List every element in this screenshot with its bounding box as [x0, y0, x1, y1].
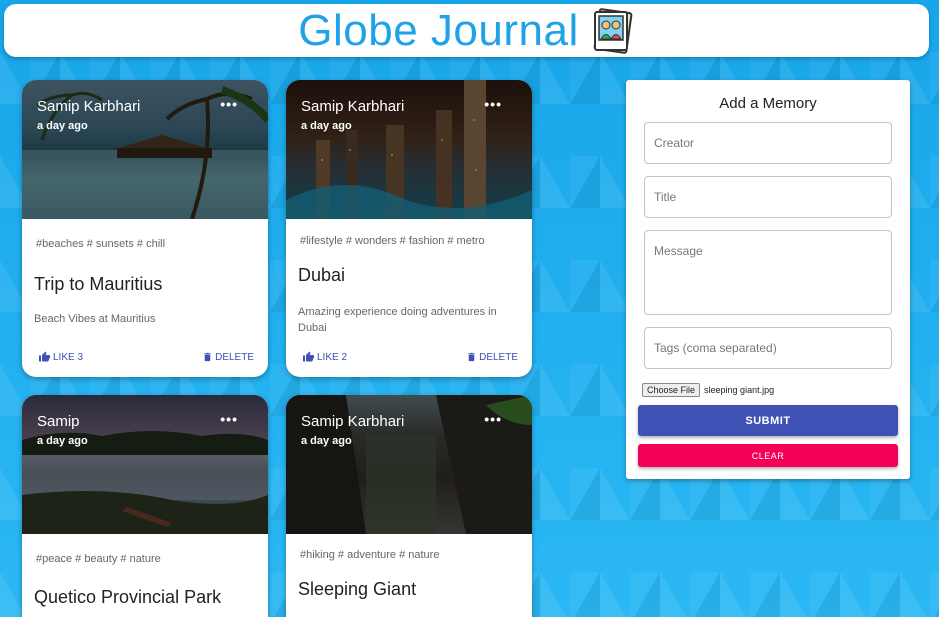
- thumb-up-icon: [38, 351, 51, 363]
- thumb-up-icon: [302, 351, 315, 363]
- post-message: Amazing experience doing adventures in D…: [298, 306, 497, 334]
- creator-field[interactable]: Creator: [644, 122, 892, 164]
- post-title: Quetico Provincial Park: [34, 587, 222, 607]
- app-header: Globe Journal: [4, 4, 929, 57]
- post-card: Samip a day ago ••• #peace # beauty # na…: [22, 395, 268, 617]
- post-card: Samip Karbhari a day ago ••• #hiking # a…: [286, 395, 532, 617]
- delete-label: DELETE: [479, 351, 518, 363]
- post-title: Sleeping Giant: [298, 579, 417, 599]
- title-field[interactable]: Title: [644, 176, 892, 218]
- post-message: Beach Vibes at Mauritius: [34, 313, 156, 325]
- like-label: LIKE 2: [317, 351, 348, 363]
- post-image: Samip Karbhari a day ago •••: [286, 80, 532, 219]
- more-options-icon[interactable]: •••: [220, 411, 238, 427]
- clear-button[interactable]: CLEAR: [638, 444, 898, 467]
- post-title: Dubai: [298, 265, 346, 285]
- photo-album-icon: [591, 7, 635, 54]
- post-time: a day ago: [301, 435, 352, 447]
- delete-button[interactable]: DELETE: [466, 351, 518, 363]
- trash-icon: [466, 351, 477, 363]
- post-creator: Samip Karbhari: [301, 98, 405, 115]
- post-actions: LIKE 2 DELETE: [302, 351, 518, 365]
- choose-file-button[interactable]: Choose File: [642, 383, 701, 397]
- form-title: Add a Memory: [719, 95, 817, 112]
- like-button[interactable]: LIKE 2: [302, 351, 347, 363]
- post-tags: #hiking # adventure # nature: [300, 549, 440, 561]
- file-name: sleeping giant.jpg: [704, 385, 775, 395]
- more-options-icon[interactable]: •••: [220, 96, 238, 112]
- post-creator: Samip Karbhari: [301, 413, 405, 430]
- file-input-row: Choose File sleeping giant.jpg: [642, 383, 774, 397]
- post-actions: LIKE 3 DELETE: [38, 351, 254, 365]
- post-image: Samip Karbhari a day ago •••: [22, 80, 268, 219]
- more-options-icon[interactable]: •••: [484, 411, 502, 427]
- post-image: Samip Karbhari a day ago •••: [286, 395, 532, 534]
- like-label: LIKE 3: [53, 351, 84, 363]
- post-time: a day ago: [301, 120, 352, 132]
- post-time: a day ago: [37, 120, 88, 132]
- like-button[interactable]: LIKE 3: [38, 351, 83, 363]
- submit-button[interactable]: SUBMIT: [638, 405, 898, 436]
- post-image: Samip a day ago •••: [22, 395, 268, 534]
- post-time: a day ago: [37, 435, 88, 447]
- post-card: Samip Karbhari a day ago ••• #lifestyle …: [286, 80, 532, 377]
- more-options-icon[interactable]: •••: [484, 96, 502, 112]
- post-card: Samip Karbhari a day ago ••• #beaches # …: [22, 80, 268, 377]
- message-field[interactable]: Message: [644, 230, 892, 315]
- delete-label: DELETE: [215, 351, 254, 363]
- post-tags: #lifestyle # wonders # fashion # metro: [300, 235, 485, 247]
- post-title: Trip to Mauritius: [34, 274, 163, 294]
- app-title: Globe Journal: [298, 5, 579, 55]
- memory-form: Add a Memory Creator Title Message Tags …: [626, 80, 910, 479]
- post-tags: #beaches # sunsets # chill: [36, 238, 166, 250]
- post-creator: Samip: [37, 413, 80, 430]
- delete-button[interactable]: DELETE: [202, 351, 254, 363]
- post-tags: #peace # beauty # nature: [36, 553, 161, 565]
- post-creator: Samip Karbhari: [37, 98, 141, 115]
- tags-field[interactable]: Tags (coma separated): [644, 327, 892, 369]
- trash-icon: [202, 351, 213, 363]
